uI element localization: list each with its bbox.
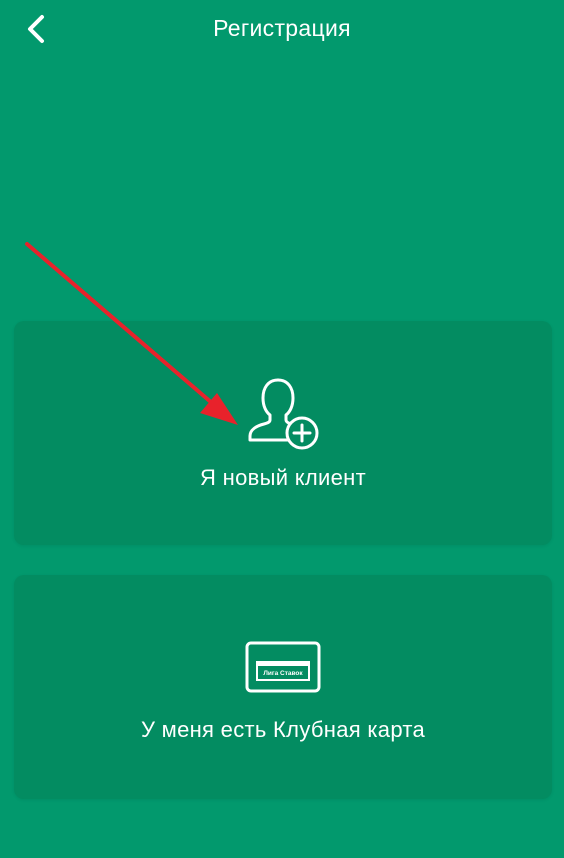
new-client-option[interactable]: Я новый клиент — [14, 321, 552, 545]
club-card-label: У меня есть Клубная карта — [140, 717, 426, 742]
club-card-option[interactable]: Лига Ставок У меня есть Клубная карта — [14, 575, 552, 799]
page-title: Регистрация — [213, 15, 351, 41]
club-card-icon: Лига Ставок — [14, 641, 552, 693]
new-client-label: Я новый клиент — [200, 465, 366, 490]
svg-text:Лига Ставок: Лига Ставок — [263, 670, 303, 677]
header: Регистрация — [0, 0, 564, 58]
user-add-icon — [14, 376, 552, 456]
